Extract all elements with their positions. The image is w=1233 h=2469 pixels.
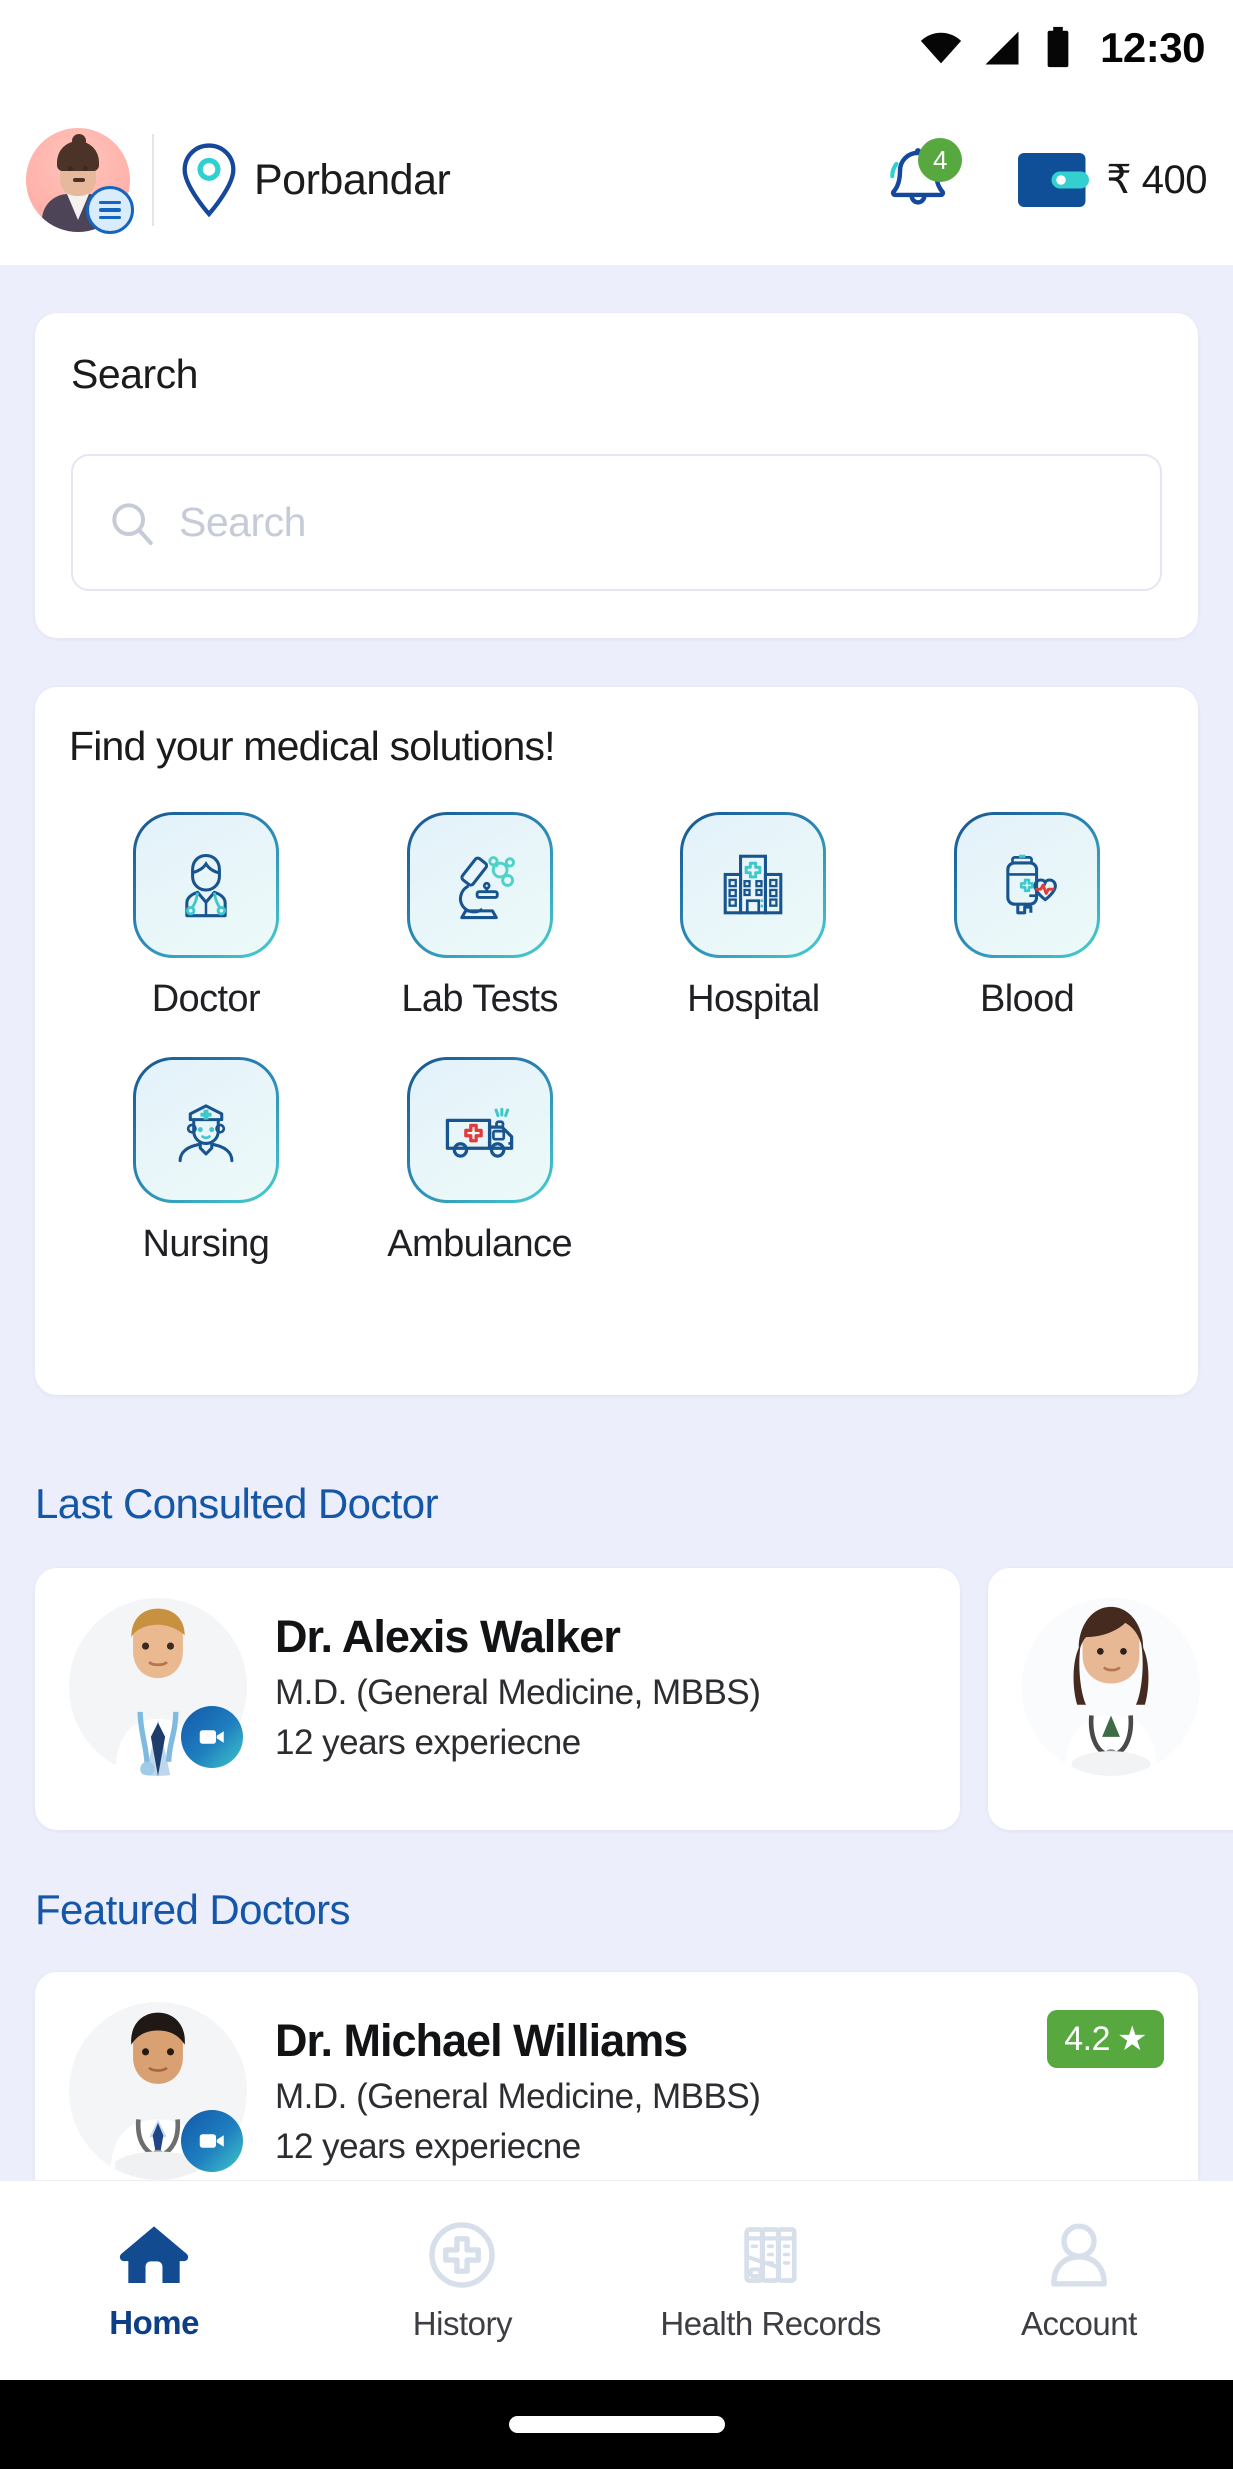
service-label: Nursing <box>142 1223 270 1265</box>
avatar[interactable] <box>26 128 134 234</box>
cellular-signal-icon <box>985 31 1019 64</box>
doctor-icon <box>185 853 227 918</box>
wifi-icon <box>920 32 962 63</box>
service-tile <box>132 812 279 958</box>
nav-item-health-records[interactable]: Health Records <box>617 2219 925 2343</box>
status-bar: 12:30 <box>0 0 1233 95</box>
services-title: Find your medical solutions! <box>69 723 556 769</box>
last-consulted-title: Last Consulted Doctor <box>35 1480 439 1527</box>
header-divider <box>152 134 154 226</box>
nurse-icon <box>178 1104 234 1163</box>
service-tile <box>954 812 1101 958</box>
status-bar-time: 12:30 <box>1100 23 1205 71</box>
nav-label: Account <box>1021 2304 1137 2342</box>
last-consulted-list[interactable]: Dr. Alexis Walker M.D. (General Medicine… <box>35 1568 1233 1830</box>
doctor-experience: 12 years experiecne <box>275 2127 581 2166</box>
nav-item-home[interactable]: Home <box>0 2220 308 2342</box>
wallet-icon <box>1018 153 1090 207</box>
nav-item-history[interactable]: History <box>308 2219 616 2343</box>
featured-doctors-title: Featured Doctors <box>35 1886 350 1933</box>
medical-cross-circle-icon <box>429 2221 496 2288</box>
microscope-icon <box>458 856 515 920</box>
notification-button[interactable]: 4 <box>882 138 963 216</box>
video-call-icon[interactable] <box>181 1706 243 1768</box>
search-placeholder: Search <box>179 499 306 545</box>
location-pin-icon <box>182 143 236 218</box>
nav-label: Home <box>109 2303 199 2341</box>
doctor-photo <box>69 2002 247 2180</box>
service-tile <box>132 1057 279 1203</box>
services-card: Find your medical solutions! Doctor Lab … <box>35 687 1198 1395</box>
service-item-blood[interactable]: Blood <box>890 812 1164 1021</box>
service-tile <box>680 812 827 958</box>
star-icon: ★ <box>1117 2020 1147 2058</box>
rating-badge: 4.2 ★ <box>1047 2010 1164 2068</box>
home-icon <box>119 2225 189 2283</box>
service-tile <box>406 812 553 958</box>
search-card: Search Search <box>35 313 1198 638</box>
service-label: Blood <box>980 978 1075 1020</box>
search-icon <box>112 502 153 545</box>
app-screen: 12:30 Porbandar 4 ₹ 400 Search Search Fi… <box>0 0 1233 2469</box>
service-label: Lab Tests <box>401 978 558 1020</box>
notification-count-badge: 4 <box>918 138 963 182</box>
wallet-balance: ₹ 400 <box>1106 158 1207 202</box>
nav-label: Health Records <box>660 2304 881 2342</box>
location-label: Porbandar <box>254 155 451 204</box>
service-item-lab-tests[interactable]: Lab Tests <box>343 812 617 1021</box>
doctor-degree: M.D. (General Medicine, MBBS) <box>275 2077 761 2116</box>
service-item-nursing[interactable]: Nursing <box>69 1057 343 1266</box>
nav-item-account[interactable]: Account <box>925 2219 1233 2343</box>
search-card-title: Search <box>71 351 198 397</box>
doctor-degree: M.D. (General Medicine, MBBS) <box>275 1673 761 1712</box>
location-selector[interactable]: Porbandar <box>178 142 882 218</box>
records-folders-icon <box>743 2226 797 2283</box>
doctor-photo <box>1022 1598 1200 1776</box>
search-input[interactable]: Search <box>71 454 1162 591</box>
home-indicator[interactable] <box>508 2416 725 2433</box>
service-label: Ambulance <box>387 1223 572 1265</box>
gesture-navigation-bar <box>0 2380 1233 2469</box>
blood-bag-heart-icon <box>1006 854 1058 915</box>
wallet-button[interactable]: ₹ 400 <box>1016 150 1207 210</box>
person-icon <box>1050 2223 1107 2286</box>
doctor-card[interactable]: Dr. Alexis Walker M.D. (General Medicine… <box>35 1568 960 1830</box>
doctor-experience: 12 years experiecne <box>275 1723 581 1762</box>
doctor-name: Dr. Alexis Walker <box>275 1611 621 1662</box>
doctor-card[interactable] <box>988 1568 1233 1830</box>
hamburger-menu-icon[interactable] <box>86 186 134 234</box>
app-header: Porbandar 4 ₹ 400 <box>0 95 1233 265</box>
service-item-ambulance[interactable]: Ambulance <box>343 1057 617 1266</box>
ambulance-icon <box>445 1107 513 1158</box>
service-label: Doctor <box>151 978 261 1020</box>
nav-label: History <box>412 2304 513 2342</box>
female-doctor-photo <box>1022 1598 1200 1776</box>
bottom-navigation: Home History Health Records Account <box>0 2180 1233 2380</box>
doctor-photo <box>69 1598 247 1776</box>
service-item-doctor[interactable]: Doctor <box>69 812 343 1021</box>
services-grid: Doctor Lab Tests Hospital Blood Nursing … <box>69 812 1164 1266</box>
doctor-name: Dr. Michael Williams <box>275 2015 688 2066</box>
battery-icon <box>1047 26 1069 67</box>
service-item-hospital[interactable]: Hospital <box>617 812 891 1021</box>
service-label: Hospital <box>687 978 820 1020</box>
video-call-icon[interactable] <box>181 2110 243 2172</box>
hospital-building-icon <box>724 854 783 915</box>
rating-value: 4.2 <box>1064 2019 1111 2058</box>
service-tile <box>406 1057 553 1203</box>
